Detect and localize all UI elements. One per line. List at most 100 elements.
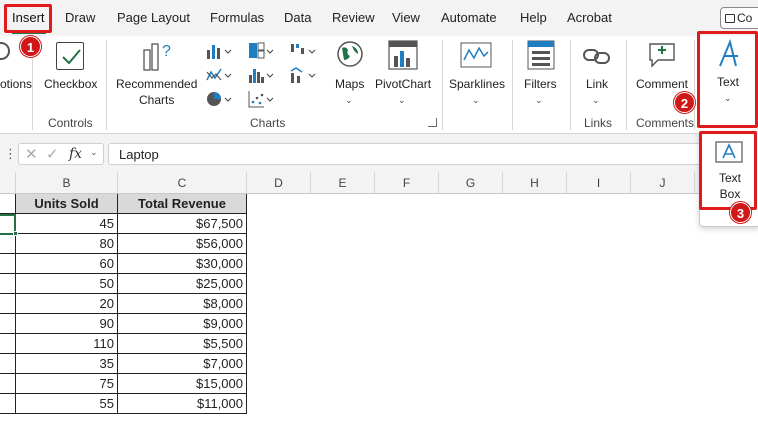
cell-column-a[interactable] bbox=[0, 234, 16, 254]
pivotchart-button[interactable]: PivotChart bbox=[375, 76, 431, 92]
maps-icon bbox=[337, 41, 363, 67]
cell-column-a[interactable] bbox=[0, 314, 16, 334]
column-header-i[interactable]: I bbox=[567, 172, 631, 194]
cell-a1[interactable] bbox=[0, 194, 16, 214]
cell-total-revenue[interactable]: $11,000 bbox=[118, 394, 247, 414]
comment-add-icon bbox=[649, 43, 675, 68]
insert-function-button[interactable]: fx bbox=[69, 146, 82, 162]
cell-column-a[interactable] bbox=[0, 354, 16, 374]
cell-total-revenue[interactable]: $5,500 bbox=[118, 334, 247, 354]
tab-acrobat[interactable]: Acrobat bbox=[567, 10, 612, 25]
cell-column-a[interactable] bbox=[0, 394, 16, 414]
step-badge-1: 1 bbox=[20, 36, 41, 57]
cell-units-sold[interactable]: 75 bbox=[16, 374, 118, 394]
filters-button[interactable]: Filters bbox=[524, 76, 557, 92]
hierarchy-chart-icon[interactable] bbox=[248, 42, 274, 60]
line-chart-icon[interactable] bbox=[206, 66, 232, 84]
divider bbox=[512, 40, 513, 130]
options-button-label[interactable]: otions bbox=[0, 76, 32, 92]
confirm-icon[interactable]: ✓ bbox=[46, 145, 59, 163]
tab-automate[interactable]: Automate bbox=[441, 10, 497, 25]
checkbox-button[interactable]: Checkbox bbox=[44, 76, 97, 92]
chevron-down-icon[interactable]: ⌄ bbox=[345, 92, 353, 108]
cell-units-sold[interactable]: 20 bbox=[16, 294, 118, 314]
sparklines-icon bbox=[460, 42, 492, 68]
tab-formulas[interactable]: Formulas bbox=[210, 10, 264, 25]
annotation-box-insert bbox=[4, 4, 52, 33]
formula-input[interactable]: Laptop bbox=[108, 143, 708, 165]
comment-button[interactable]: Comment bbox=[636, 76, 688, 92]
chevron-down-icon[interactable]: ⌄ bbox=[535, 92, 543, 108]
cell-units-sold[interactable]: 35 bbox=[16, 354, 118, 374]
tab-data[interactable]: Data bbox=[284, 10, 311, 25]
cell-total-revenue[interactable]: $67,500 bbox=[118, 214, 247, 234]
column-header-h[interactable]: H bbox=[503, 172, 567, 194]
cell-total-revenue[interactable]: $30,000 bbox=[118, 254, 247, 274]
cell-total-revenue[interactable]: $15,000 bbox=[118, 374, 247, 394]
sparklines-button[interactable]: Sparklines bbox=[449, 76, 505, 92]
filters-icon bbox=[527, 40, 555, 70]
dialog-launcher-icon[interactable] bbox=[428, 118, 437, 127]
vertical-dots-icon[interactable]: ⋮ bbox=[4, 146, 17, 162]
cell-units-sold[interactable]: 80 bbox=[16, 234, 118, 254]
chevron-down-icon[interactable]: ⌄ bbox=[472, 92, 480, 108]
cell-units-sold[interactable]: 55 bbox=[16, 394, 118, 414]
chevron-down-icon[interactable]: ⌄ bbox=[592, 92, 600, 108]
column-header-b[interactable]: B bbox=[16, 172, 118, 194]
cell-total-revenue[interactable]: $9,000 bbox=[118, 314, 247, 334]
column-chart-icon[interactable] bbox=[206, 42, 232, 60]
cell-column-a[interactable] bbox=[0, 334, 16, 354]
tab-draw[interactable]: Draw bbox=[65, 10, 95, 25]
fill-handle[interactable] bbox=[13, 231, 18, 236]
combo-chart-icon[interactable] bbox=[290, 66, 316, 84]
comments-button-label: Co bbox=[737, 11, 753, 25]
cell-column-a[interactable] bbox=[0, 254, 16, 274]
cell-units-sold[interactable]: 60 bbox=[16, 254, 118, 274]
header-units-sold[interactable]: Units Sold bbox=[16, 194, 118, 214]
cell-column-a[interactable] bbox=[0, 374, 16, 394]
partial-options-icon bbox=[0, 42, 10, 60]
chevron-down-icon[interactable]: ⌄ bbox=[398, 92, 406, 108]
select-all-corner[interactable] bbox=[0, 172, 16, 194]
cell-total-revenue[interactable]: $7,000 bbox=[118, 354, 247, 374]
chevron-down-icon[interactable]: ⌄ bbox=[90, 147, 98, 158]
step-badge-2: 2 bbox=[674, 92, 695, 113]
cell-units-sold[interactable]: 110 bbox=[16, 334, 118, 354]
tab-page-layout[interactable]: Page Layout bbox=[117, 10, 190, 25]
formula-bar: ⋮ ✕ ✓ fx ⌄ Laptop bbox=[0, 134, 758, 172]
link-button[interactable]: Link bbox=[586, 76, 608, 92]
maps-button[interactable]: Maps bbox=[335, 76, 364, 92]
cell-total-revenue[interactable]: $8,000 bbox=[118, 294, 247, 314]
column-header-f[interactable]: F bbox=[375, 172, 439, 194]
column-header-e[interactable]: E bbox=[311, 172, 375, 194]
scatter-chart-icon[interactable] bbox=[248, 90, 274, 108]
column-header-d[interactable]: D bbox=[247, 172, 311, 194]
tab-review[interactable]: Review bbox=[332, 10, 375, 25]
column-header-g[interactable]: G bbox=[439, 172, 503, 194]
annotation-box-textbox bbox=[699, 131, 757, 210]
recommended-charts-button[interactable]: Recommended Charts bbox=[116, 76, 197, 108]
cell-total-revenue[interactable]: $25,000 bbox=[118, 274, 247, 294]
header-total-revenue[interactable]: Total Revenue bbox=[118, 194, 247, 214]
column-header-c[interactable]: C bbox=[118, 172, 247, 194]
cell-units-sold[interactable]: 45 bbox=[16, 214, 118, 234]
link-icon bbox=[583, 49, 610, 64]
cancel-icon[interactable]: ✕ bbox=[25, 145, 38, 163]
comment-icon bbox=[725, 14, 735, 23]
divider bbox=[442, 40, 443, 130]
statistic-chart-icon[interactable] bbox=[248, 66, 274, 84]
divider bbox=[694, 40, 695, 130]
pie-chart-icon[interactable] bbox=[206, 90, 232, 108]
waterfall-chart-icon[interactable] bbox=[290, 42, 316, 60]
cell-column-a[interactable] bbox=[0, 294, 16, 314]
comments-button[interactable]: Co bbox=[720, 7, 758, 29]
tab-help[interactable]: Help bbox=[520, 10, 547, 25]
cell-total-revenue[interactable]: $56,000 bbox=[118, 234, 247, 254]
column-header-j[interactable]: J bbox=[631, 172, 695, 194]
cell-units-sold[interactable]: 50 bbox=[16, 274, 118, 294]
tab-view[interactable]: View bbox=[392, 10, 420, 25]
divider bbox=[626, 40, 627, 130]
ribbon: otions Checkbox Controls ? Recommended C… bbox=[0, 36, 758, 134]
cell-units-sold[interactable]: 90 bbox=[16, 314, 118, 334]
cell-column-a[interactable] bbox=[0, 274, 16, 294]
